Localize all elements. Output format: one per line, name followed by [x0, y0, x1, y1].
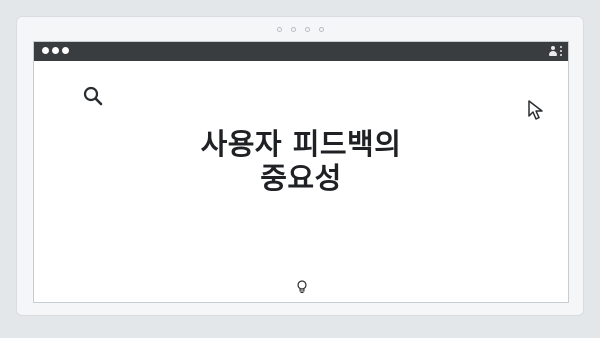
pagination-dot	[304, 27, 310, 32]
window-dot-maximize[interactable]	[62, 47, 69, 54]
pagination-dots	[17, 27, 583, 32]
window-titlebar	[34, 42, 568, 61]
titlebar-actions	[549, 46, 562, 56]
pagination-dot	[318, 27, 324, 32]
window-controls[interactable]	[42, 47, 69, 54]
pagination-dot	[276, 27, 282, 32]
browser-window: 사용자 피드백의 중요성	[33, 41, 569, 303]
slide-card: 사용자 피드백의 중요성	[16, 16, 584, 316]
cursor-icon	[528, 100, 543, 120]
pagination-dot	[290, 27, 296, 32]
user-icon[interactable]	[549, 46, 557, 56]
window-dot-close[interactable]	[42, 47, 49, 54]
slide-headline: 사용자 피드백의 중요성	[200, 127, 402, 195]
search-icon	[83, 86, 103, 106]
kebab-menu-icon[interactable]	[560, 46, 562, 56]
window-dot-minimize[interactable]	[52, 47, 59, 54]
lightbulb-icon	[297, 280, 307, 293]
